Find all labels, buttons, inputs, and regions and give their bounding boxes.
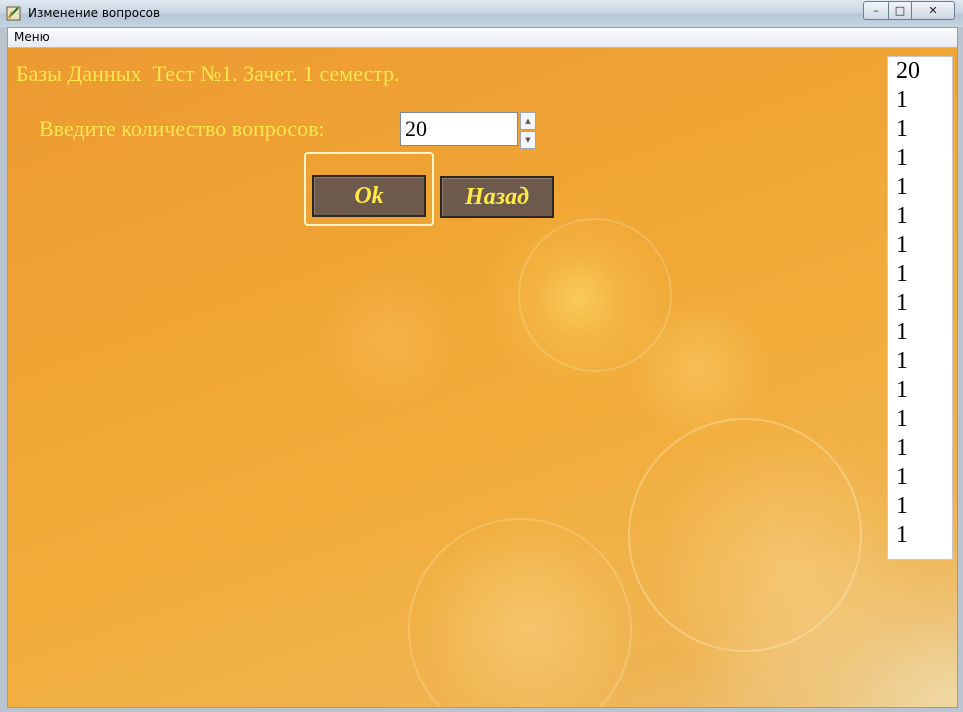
list-item[interactable]: 1 xyxy=(888,115,952,144)
client-area: Базы Данных Тест №1. Зачет. 1 семестр. В… xyxy=(8,48,957,707)
list-item[interactable]: 1 xyxy=(888,173,952,202)
list-item[interactable]: 1 xyxy=(888,144,952,173)
question-count-stepper: ▲ ▼ xyxy=(400,112,536,149)
ok-button[interactable]: Ok xyxy=(312,175,426,217)
window-frame: Меню Базы Данных Тест №1. Зачет. 1 семес… xyxy=(7,27,958,708)
title-bar[interactable]: Изменение вопросов – □ ✕ xyxy=(0,0,963,27)
minimize-button[interactable]: – xyxy=(863,1,889,20)
answers-list[interactable]: 20 1 1 1 1 1 1 1 1 1 1 1 1 1 1 1 1 xyxy=(887,56,953,560)
maximize-button[interactable]: □ xyxy=(889,1,912,20)
page-title: Базы Данных Тест №1. Зачет. 1 семестр. xyxy=(16,61,400,86)
list-item[interactable]: 1 xyxy=(888,376,952,405)
menu-bar: Меню xyxy=(8,28,957,48)
app-icon xyxy=(6,6,21,21)
stepper-buttons: ▲ ▼ xyxy=(520,112,536,149)
list-item[interactable]: 20 xyxy=(888,57,952,86)
window-controls: – □ ✕ xyxy=(863,1,955,20)
list-item[interactable]: 1 xyxy=(888,202,952,231)
list-item[interactable]: 1 xyxy=(888,318,952,347)
close-button[interactable]: ✕ xyxy=(912,1,955,20)
bokeh-ring xyxy=(628,418,862,652)
bokeh-ring xyxy=(518,218,672,372)
list-item[interactable]: 1 xyxy=(888,405,952,434)
list-item[interactable]: 1 xyxy=(888,434,952,463)
list-item[interactable]: 1 xyxy=(888,492,952,521)
question-count-label: Введите количество вопросов: xyxy=(39,116,325,141)
window-title: Изменение вопросов xyxy=(28,6,161,20)
list-item[interactable]: 1 xyxy=(888,86,952,115)
list-item[interactable]: 1 xyxy=(888,231,952,260)
stepper-down-button[interactable]: ▼ xyxy=(520,131,536,149)
list-item[interactable]: 1 xyxy=(888,521,952,550)
stepper-up-button[interactable]: ▲ xyxy=(520,112,536,130)
question-count-input[interactable] xyxy=(400,112,518,146)
back-button[interactable]: Назад xyxy=(440,176,554,218)
list-item[interactable]: 1 xyxy=(888,463,952,492)
list-item[interactable]: 1 xyxy=(888,260,952,289)
list-item[interactable]: 1 xyxy=(888,347,952,376)
list-item[interactable]: 1 xyxy=(888,289,952,318)
bokeh-ring xyxy=(408,518,632,707)
menu-item-menu[interactable]: Меню xyxy=(14,30,50,44)
